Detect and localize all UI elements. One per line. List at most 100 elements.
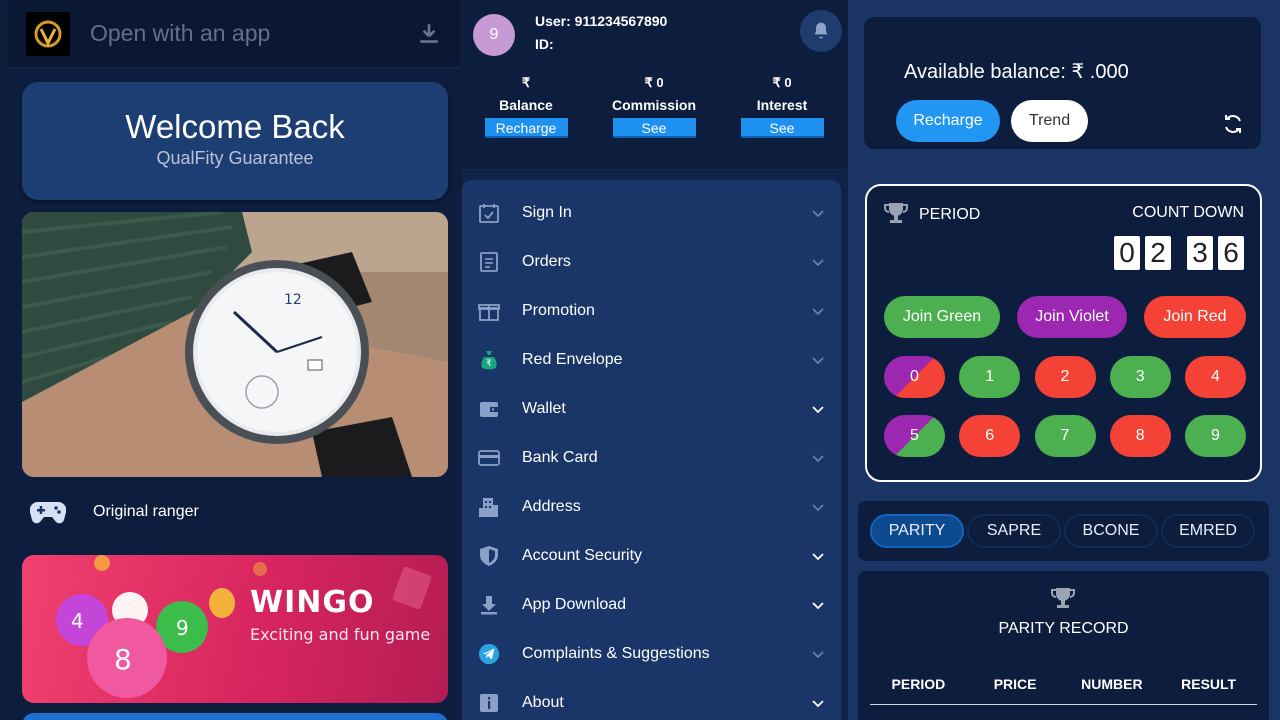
money-bag-icon: ₹ [478, 349, 500, 371]
stat-value: ₹ 0 [644, 75, 664, 90]
join-violet-button[interactable]: Join Violet [1017, 296, 1127, 338]
download-icon[interactable] [416, 21, 442, 47]
menu-item-orders[interactable]: Orders [462, 237, 841, 286]
menu-item-bank-card[interactable]: Bank Card [462, 433, 841, 482]
number-button-9[interactable]: 9 [1185, 415, 1246, 457]
stat-balance: ₹ Balance Recharge [462, 75, 590, 138]
stat-value: ₹ 0 [772, 75, 792, 90]
app-logo [26, 11, 70, 56]
available-balance: Available balance: ₹ .000 [904, 61, 1129, 83]
menu-item-promotion[interactable]: Promotion [462, 286, 841, 335]
tab-bcone[interactable]: BCONE [1064, 514, 1158, 548]
trophy-icon [884, 203, 908, 223]
menu-item-address[interactable]: Address [462, 482, 841, 531]
record-table-header: PERIOD PRICE NUMBER RESULT [870, 676, 1257, 705]
stat-interest: ₹ 0 Interest See [718, 75, 846, 138]
menu-label: About [522, 693, 564, 711]
see-commission-button[interactable]: See [612, 118, 696, 138]
menu-item-complaints[interactable]: Complaints & Suggestions [462, 629, 841, 678]
banner-image-watch[interactable]: 12 [22, 212, 448, 477]
menu-item-red-envelope[interactable]: ₹ Red Envelope [462, 335, 841, 384]
account-panel: 9 User: 911234567890 ID: ₹ Balance Recha… [462, 0, 847, 720]
menu-item-account-security[interactable]: Account Security [462, 531, 841, 580]
menu-label: Address [522, 497, 581, 515]
record-title: PARITY RECORD [998, 620, 1129, 637]
number-button-6[interactable]: 6 [959, 415, 1021, 457]
recharge-button[interactable]: Recharge [484, 118, 568, 138]
menu-label: Promotion [522, 301, 595, 319]
welcome-card: Welcome Back QualFity Guarantee [22, 82, 448, 200]
menu-label: App Download [522, 595, 627, 613]
tab-sapre[interactable]: SAPRE [967, 514, 1061, 548]
join-red-button[interactable]: Join Red [1144, 296, 1246, 338]
countdown-digit: 3 [1187, 236, 1213, 270]
number-button-0[interactable]: 0 [884, 356, 945, 398]
recharge-button[interactable]: Recharge [896, 100, 1000, 142]
chevron-down-icon [812, 503, 824, 511]
account-menu: Sign In Orders Promotion ₹ Red Envelope … [462, 180, 841, 720]
chevron-down-icon [812, 356, 824, 364]
trend-button[interactable]: Trend [1011, 100, 1088, 142]
menu-item-wallet[interactable]: Wallet [462, 384, 841, 433]
refresh-icon[interactable] [1221, 112, 1245, 136]
welcome-subtitle: QualFity Guarantee [156, 148, 314, 168]
balance-card: Available balance: ₹ .000 Recharge Trend [864, 17, 1261, 149]
number-button-2[interactable]: 2 [1034, 356, 1096, 398]
chevron-down-icon [812, 307, 824, 315]
stat-value: ₹ [521, 75, 531, 90]
column-header: PERIOD [891, 676, 946, 692]
chevron-down-icon [812, 650, 824, 658]
info-icon [478, 692, 500, 714]
menu-item-sign-in[interactable]: Sign In [462, 188, 841, 237]
menu-item-app-download[interactable]: App Download [462, 580, 841, 629]
number-button-4[interactable]: 4 [1185, 356, 1246, 398]
number-button-8[interactable]: 8 [1109, 415, 1171, 457]
number-button-7[interactable]: 7 [1034, 415, 1096, 457]
countdown-timer: 0 2 3 6 [1109, 236, 1244, 270]
chevron-down-icon [812, 405, 824, 413]
menu-item-about[interactable]: About [462, 678, 841, 720]
wingo-subtitle: Exciting and fun game [250, 625, 431, 644]
game-tabs: PARITY SAPRE BCONE EMRED [858, 501, 1269, 561]
countdown-label: COUNT DOWN [1132, 204, 1244, 221]
chevron-down-icon [812, 258, 824, 266]
stat-label: Commission [611, 97, 696, 113]
number-grid: 0 1 2 3 4 5 6 7 8 9 [884, 356, 1246, 457]
notification-button[interactable] [800, 10, 842, 52]
number-button-1[interactable]: 1 [959, 356, 1021, 398]
period-label: PERIOD [919, 206, 981, 223]
menu-label: Orders [522, 252, 571, 270]
stat-label: Interest [756, 97, 808, 113]
left-panel: Open with an app Welcome Back QualFity G… [8, 0, 460, 720]
avatar[interactable]: 9 [473, 14, 515, 56]
svg-text:9: 9 [176, 616, 189, 640]
see-interest-button[interactable]: See [740, 118, 824, 138]
gamepad-icon [30, 501, 66, 524]
number-button-5[interactable]: 5 [884, 415, 945, 457]
telegram-icon [478, 643, 500, 665]
wingo-game-card[interactable]: 4 9 8 WINGO Exciting and fun game [22, 555, 448, 703]
original-ranger-section: Original ranger [30, 498, 199, 526]
list-icon [478, 251, 500, 273]
section-label: Original ranger [93, 503, 199, 520]
credit-card-icon [478, 447, 500, 469]
svg-text:₹: ₹ [486, 359, 492, 369]
wingo-title: WINGO [250, 585, 375, 620]
menu-label: Red Envelope [522, 350, 623, 368]
building-icon [478, 496, 500, 518]
app-banner[interactable]: Open with an app [8, 0, 460, 68]
open-with-app-text: Open with an app [90, 20, 271, 46]
user-phone: User: 911234567890 [535, 13, 668, 29]
user-card: 9 User: 911234567890 ID: ₹ Balance Recha… [462, 0, 847, 170]
user-id: ID: [535, 36, 554, 52]
record-card: PARITY RECORD PERIOD PRICE NUMBER RESULT [858, 571, 1269, 720]
tab-parity[interactable]: PARITY [870, 514, 964, 548]
menu-label: Wallet [522, 399, 566, 417]
bell-icon [814, 22, 828, 39]
tab-emred[interactable]: EMRED [1161, 514, 1255, 548]
next-game-card[interactable] [22, 713, 448, 720]
countdown-digit: 6 [1218, 236, 1244, 270]
stat-commission: ₹ 0 Commission See [590, 75, 718, 138]
number-button-3[interactable]: 3 [1109, 356, 1171, 398]
join-green-button[interactable]: Join Green [884, 296, 1000, 338]
